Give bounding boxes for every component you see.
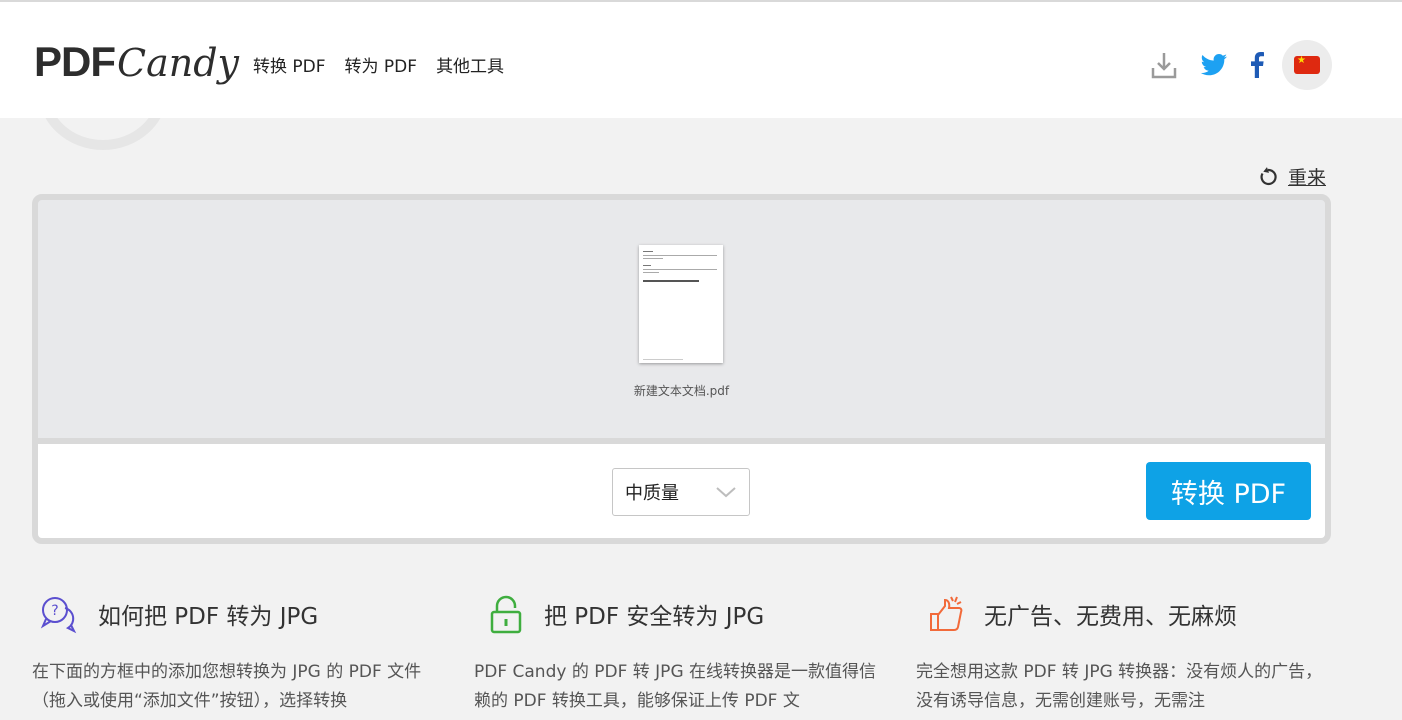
feature-title: 把 PDF 安全转为 JPG — [544, 604, 765, 630]
logo-pdf-text: PDF — [34, 38, 116, 85]
facebook-icon[interactable] — [1246, 47, 1268, 83]
feature-how-to: ? 如何把 PDF 转为 JPG 在下面的方框中的添加您想转换为 JPG 的 P… — [32, 594, 447, 716]
nav-other-tools[interactable]: 其他工具 — [436, 52, 504, 77]
language-selector[interactable] — [1282, 40, 1332, 90]
convert-pdf-button[interactable]: 转换 PDF — [1146, 462, 1311, 520]
logo[interactable]: PDF Candy — [34, 38, 239, 90]
conversion-panel: 新建文本文档.pdf 中质量 转换 PDF — [32, 194, 1331, 544]
quality-value: 中质量 — [625, 483, 679, 504]
restart-label: 重来 — [1287, 167, 1326, 189]
nav-to-pdf[interactable]: 转为 PDF — [345, 52, 418, 77]
logo-candy-text: Candy — [117, 41, 239, 85]
pdf-thumbnail[interactable] — [639, 245, 723, 363]
twitter-icon[interactable] — [1196, 47, 1232, 83]
header-icons — [1146, 40, 1332, 90]
site-header: PDF Candy 转换 PDF 转为 PDF 其他工具 — [0, 2, 1402, 118]
feature-body: PDF Candy 的 PDF 转 JPG 在线转换器是一款值得信赖的 PDF … — [474, 662, 877, 711]
feature-title: 如何把 PDF 转为 JPG — [98, 604, 319, 630]
quality-select[interactable]: 中质量 — [612, 468, 750, 516]
main-nav: 转换 PDF 转为 PDF 其他工具 — [253, 52, 504, 77]
download-icon[interactable] — [1146, 47, 1182, 83]
restart-button[interactable]: 重来 — [1258, 163, 1326, 190]
lock-icon — [490, 595, 522, 634]
file-name: 新建文本文档.pdf — [633, 384, 730, 398]
feature-body: 完全想用这款 PDF 转 JPG 转换器：没有烦人的广告，没有诱导信息，无需创建… — [916, 662, 1323, 711]
feature-secure: 把 PDF 安全转为 JPG PDF Candy 的 PDF 转 JPG 在线转… — [474, 594, 889, 716]
features-section: ? 如何把 PDF 转为 JPG 在下面的方框中的添加您想转换为 JPG 的 P… — [32, 594, 1332, 716]
chevron-down-icon — [716, 487, 736, 498]
feature-title: 无广告、无费用、无麻烦 — [984, 604, 1237, 630]
china-flag-icon — [1294, 55, 1320, 74]
action-bar: 中质量 转换 PDF — [38, 438, 1325, 538]
feature-no-ads: 无广告、无费用、无麻烦 完全想用这款 PDF 转 JPG 转换器：没有烦人的广告… — [916, 594, 1331, 716]
feature-body: 在下面的方框中的添加您想转换为 JPG 的 PDF 文件（拖入或使用“添加文件”… — [32, 662, 422, 711]
refresh-icon — [1260, 166, 1277, 185]
thumbs-up-icon — [930, 596, 963, 631]
question-chat-icon: ? — [40, 597, 77, 634]
nav-convert-pdf[interactable]: 转换 PDF — [253, 52, 326, 77]
svg-text:?: ? — [51, 603, 58, 619]
preview-area: 新建文本文档.pdf — [38, 200, 1325, 438]
